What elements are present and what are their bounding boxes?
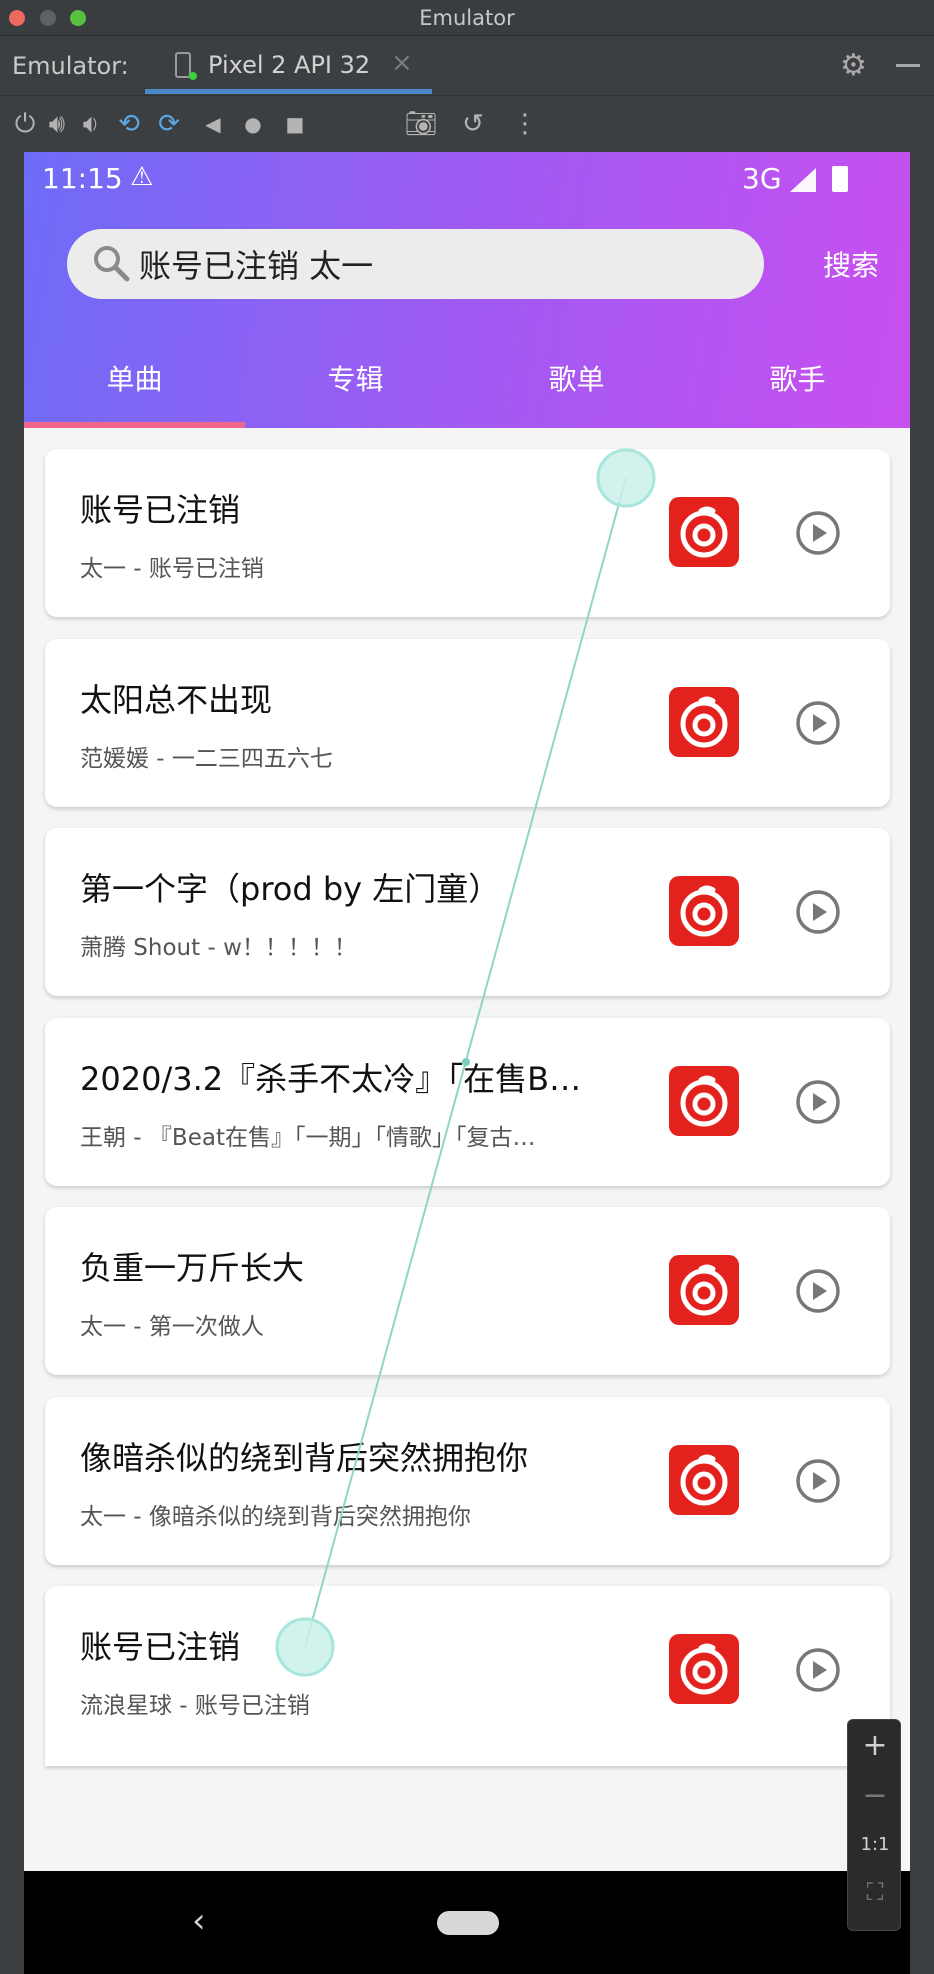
zoom-out-button[interactable]: −	[848, 1778, 902, 1813]
more-icon[interactable]: ⋮	[508, 106, 542, 142]
emulator-label: Emulator:	[12, 52, 129, 80]
device-tab[interactable]: Pixel 2 API 32 ×	[145, 36, 432, 94]
netease-logo-glyph	[680, 1643, 728, 1695]
volume-up-icon[interactable]: 🔊︎	[40, 106, 74, 142]
battery-icon	[832, 166, 848, 192]
emulator-toolbar: ⏻ 🔊︎ 🔉︎ ⟲ ⟳ ◀ ● ■ 📷︎ ↺ ⋮	[0, 96, 934, 152]
song-title: 负重一万斤长大	[80, 1249, 305, 1287]
network-type: 3G	[742, 162, 782, 195]
play-circle-icon[interactable]	[795, 1268, 841, 1314]
device-tab-label: Pixel 2 API 32	[208, 51, 371, 79]
song-title: 2020/3.2『杀手不太冷』「在售B…	[80, 1060, 582, 1098]
search-button[interactable]: 搜索	[823, 244, 879, 284]
song-subtitle: 范媛媛 - 一二三四五六七	[80, 746, 333, 772]
category-tabs: 单曲 专辑 歌单 歌手	[24, 348, 910, 428]
hide-panel-icon[interactable]	[896, 64, 920, 67]
netease-music-icon	[669, 687, 739, 757]
netease-logo-glyph	[680, 696, 728, 748]
play-circle-icon[interactable]	[795, 510, 841, 556]
song-subtitle: 太一 - 账号已注销	[80, 556, 264, 582]
play-circle-icon[interactable]	[795, 700, 841, 746]
emulator-tool-header: Emulator: Pixel 2 API 32 × ⚙	[0, 36, 934, 96]
device-online-indicator	[189, 72, 197, 80]
song-title: 账号已注销	[80, 491, 241, 529]
close-tab-icon[interactable]: ×	[391, 48, 413, 78]
list-item[interactable]: 像暗杀似的绕到背后突然拥抱你 太一 - 像暗杀似的绕到背后突然拥抱你	[45, 1397, 890, 1565]
rotate-left-icon[interactable]: ⟲	[112, 106, 146, 142]
volume-down-icon[interactable]: 🔉︎	[74, 106, 108, 142]
status-time: 11:15	[42, 162, 123, 195]
song-title: 账号已注销	[80, 1628, 241, 1666]
app-header: 11:15 ⚠ 3G 搜索 单曲 专辑 歌单 歌手	[24, 152, 910, 428]
netease-logo-glyph	[680, 1075, 728, 1127]
camera-icon[interactable]: 📷︎	[404, 106, 438, 142]
power-icon[interactable]: ⏻	[8, 106, 42, 142]
song-title: 太阳总不出现	[80, 681, 273, 719]
netease-music-icon	[669, 1634, 739, 1704]
netease-music-icon	[669, 876, 739, 946]
song-title: 第一个字（prod by 左门童）	[80, 870, 501, 908]
overview-icon[interactable]: ■	[278, 106, 312, 142]
tab-playlists[interactable]: 歌单	[466, 348, 687, 428]
signal-icon	[790, 168, 816, 192]
list-item[interactable]: 账号已注销 太一 - 账号已注销	[45, 449, 890, 617]
netease-music-icon	[669, 1066, 739, 1136]
android-nav-bar: ‹	[24, 1871, 910, 1974]
status-bar: 11:15 ⚠ 3G	[24, 152, 910, 208]
play-circle-icon[interactable]	[795, 1458, 841, 1504]
list-item[interactable]: 负重一万斤长大 太一 - 第一次做人	[45, 1207, 890, 1375]
zoom-one-to-one-button[interactable]: 1:1	[848, 1834, 902, 1855]
snapshot-icon[interactable]: ↺	[456, 106, 490, 142]
fit-screen-icon[interactable]: ⛶	[848, 1878, 902, 1906]
list-item[interactable]: 太阳总不出现 范媛媛 - 一二三四五六七	[45, 639, 890, 807]
window-title: Emulator	[419, 6, 515, 30]
search-box[interactable]	[67, 229, 764, 299]
search-input[interactable]	[139, 239, 739, 289]
netease-music-icon	[669, 1445, 739, 1515]
song-subtitle: 流浪星球 - 账号已注销	[80, 1693, 310, 1719]
netease-logo-glyph	[680, 506, 728, 558]
zoom-in-button[interactable]: +	[848, 1728, 902, 1763]
play-circle-icon[interactable]	[795, 1079, 841, 1125]
song-subtitle: 太一 - 像暗杀似的绕到背后突然拥抱你	[80, 1504, 471, 1530]
zoom-control: + − 1:1 ⛶	[847, 1719, 901, 1931]
netease-music-icon	[669, 1255, 739, 1325]
tab-albums[interactable]: 专辑	[245, 348, 466, 428]
song-title: 像暗杀似的绕到背后突然拥抱你	[80, 1439, 529, 1477]
gear-icon[interactable]: ⚙	[840, 48, 867, 83]
tab-artists[interactable]: 歌手	[687, 348, 908, 428]
netease-logo-glyph	[680, 885, 728, 937]
tab-singles[interactable]: 单曲	[24, 348, 245, 428]
search-icon	[94, 246, 130, 282]
song-subtitle: 王朝 - 『Beat在售』「一期」「情歌」「复古…	[80, 1125, 536, 1151]
warning-icon: ⚠	[130, 162, 154, 192]
netease-logo-glyph	[680, 1454, 728, 1506]
song-subtitle: 萧腾 Shout - w！！！！！	[80, 935, 357, 961]
phone-screen: 11:15 ⚠ 3G 搜索 单曲 专辑 歌单 歌手 账号已注销 太一 - 账号已…	[24, 152, 910, 1974]
song-subtitle: 太一 - 第一次做人	[80, 1314, 264, 1340]
back-icon[interactable]: ◀	[196, 106, 230, 142]
nav-back-icon[interactable]: ‹	[192, 1901, 206, 1941]
list-item[interactable]: 账号已注销 流浪星球 - 账号已注销	[45, 1586, 890, 1766]
song-list: 账号已注销 太一 - 账号已注销 太阳总不出现 范媛媛 - 一二三四五六七 第一…	[24, 428, 910, 1898]
netease-logo-glyph	[680, 1264, 728, 1316]
rotate-right-icon[interactable]: ⟳	[152, 106, 186, 142]
play-circle-icon[interactable]	[795, 1647, 841, 1693]
home-icon[interactable]: ●	[236, 106, 270, 142]
nav-home-pill[interactable]	[437, 1911, 499, 1935]
window-titlebar: Emulator	[0, 0, 934, 36]
netease-music-icon	[669, 497, 739, 567]
list-item[interactable]: 2020/3.2『杀手不太冷』「在售B… 王朝 - 『Beat在售』「一期」「情…	[45, 1018, 890, 1186]
play-circle-icon[interactable]	[795, 889, 841, 935]
list-item[interactable]: 第一个字（prod by 左门童） 萧腾 Shout - w！！！！！	[45, 828, 890, 996]
